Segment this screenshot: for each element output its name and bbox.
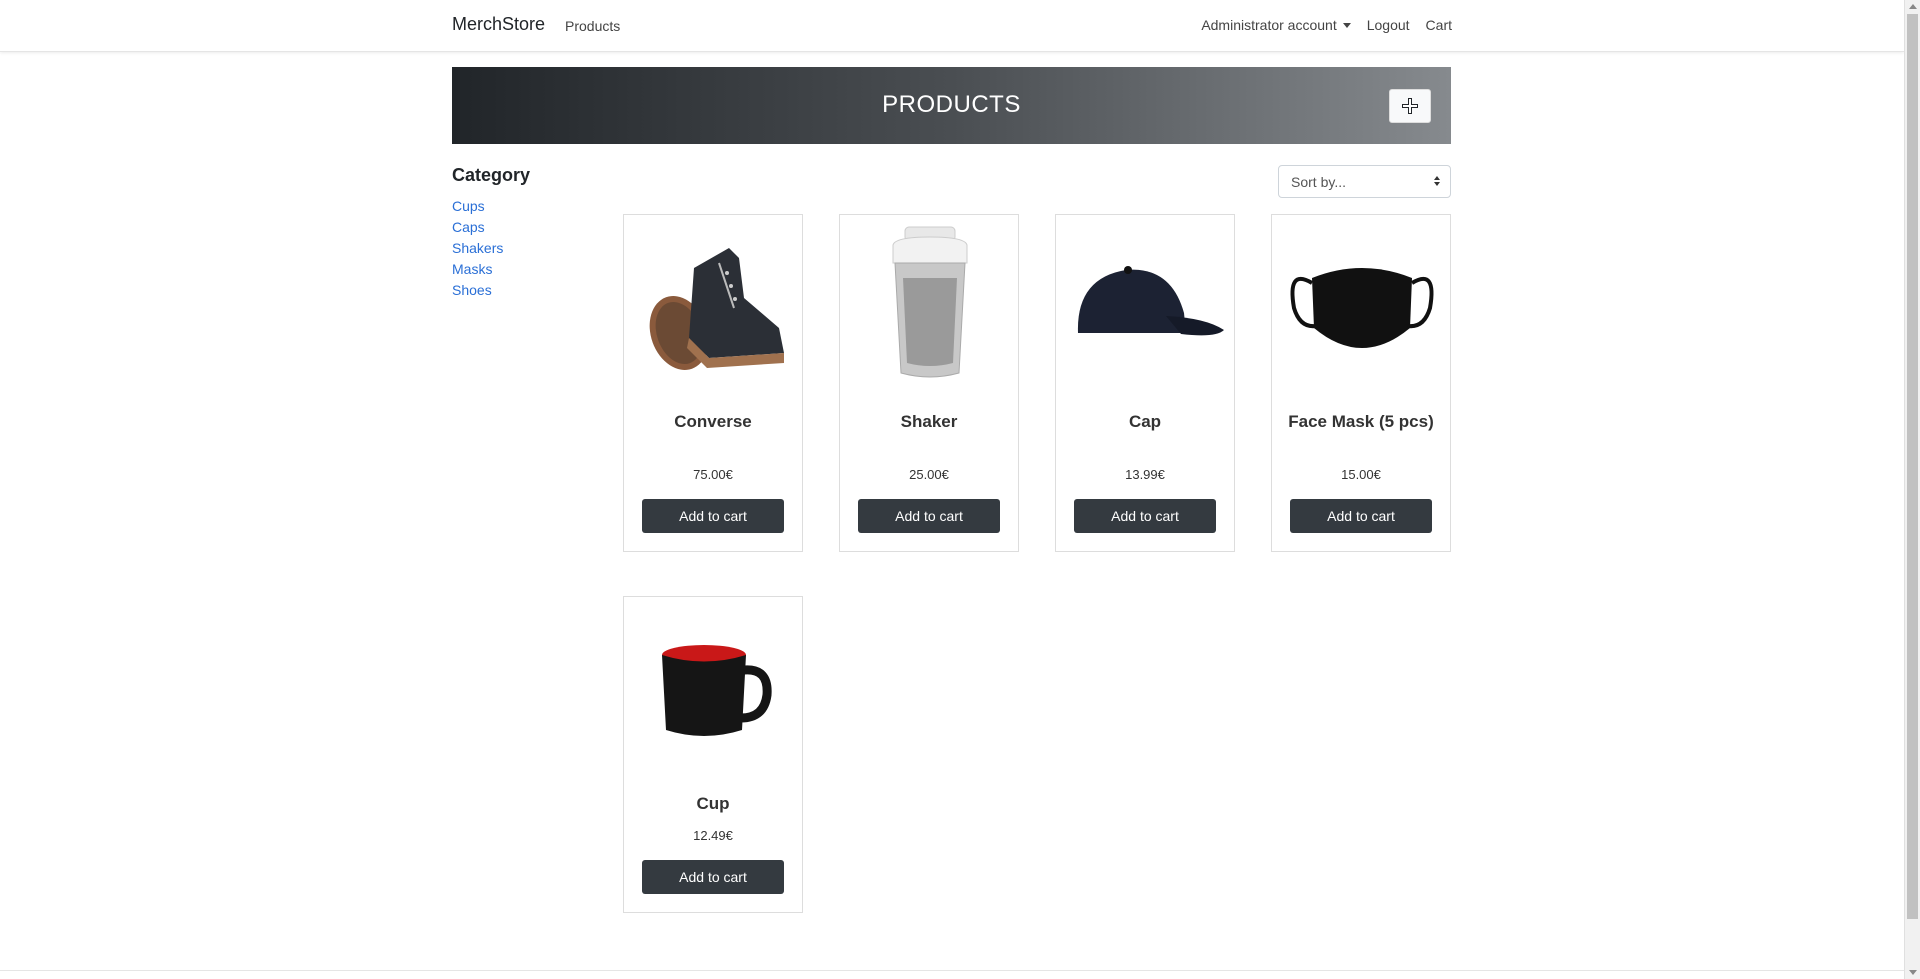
baseball-cap-image[interactable]	[1066, 223, 1226, 383]
product-card: Shaker 25.00€ Add to cart	[839, 214, 1019, 552]
product-price: 13.99€	[1125, 467, 1165, 482]
shaker-bottle-image[interactable]	[850, 223, 1010, 383]
caret-down-icon	[1342, 23, 1351, 28]
add-to-cart-button[interactable]: Add to cart	[1290, 499, 1432, 533]
product-card: Converse 75.00€ Add to cart	[623, 214, 803, 552]
category-item-shakers[interactable]: Shakers	[452, 238, 503, 259]
scroll-up-arrow-icon[interactable]	[1909, 4, 1917, 9]
product-price: 12.49€	[693, 828, 733, 843]
plus-icon	[1402, 98, 1418, 114]
page-title: PRODUCTS	[882, 91, 1021, 118]
scroll-down-arrow-icon[interactable]	[1909, 970, 1917, 975]
sort-select[interactable]: Sort by...	[1278, 165, 1451, 198]
brand-logo[interactable]: MerchStore	[452, 14, 545, 35]
nav-right: Administrator account Logout Cart	[1201, 17, 1452, 33]
add-to-cart-button[interactable]: Add to cart	[1074, 499, 1216, 533]
category-list: Cups Caps Shakers Masks Shoes	[452, 196, 503, 301]
add-product-button[interactable]	[1389, 89, 1431, 123]
product-card: Cup 12.49€ Add to cart	[623, 596, 803, 913]
scroll-thumb[interactable]	[1907, 14, 1918, 919]
category-title: Category	[452, 165, 531, 185]
category-item-cups[interactable]: Cups	[452, 196, 503, 217]
footer-divider	[0, 970, 1904, 971]
product-price: 25.00€	[909, 467, 949, 482]
logout-link[interactable]: Logout	[1367, 17, 1410, 33]
nav-products-link[interactable]: Products	[565, 18, 620, 34]
add-to-cart-button[interactable]: Add to cart	[858, 499, 1000, 533]
converse-shoe-image[interactable]	[634, 223, 794, 383]
mug-image[interactable]	[634, 605, 794, 765]
select-arrows-icon	[1434, 176, 1440, 186]
product-card: Face Mask (5 pcs) 15.00€ Add to cart	[1271, 214, 1451, 552]
category-item-masks[interactable]: Masks	[452, 259, 503, 280]
product-name[interactable]: Face Mask (5 pcs)	[1282, 411, 1440, 433]
vertical-scrollbar[interactable]	[1904, 0, 1920, 979]
product-price: 75.00€	[693, 467, 733, 482]
product-name[interactable]: Cap	[1066, 411, 1224, 433]
account-dropdown[interactable]: Administrator account	[1201, 17, 1351, 33]
sort-selected-value: Sort by...	[1291, 174, 1346, 190]
account-label: Administrator account	[1201, 17, 1337, 33]
cart-link[interactable]: Cart	[1426, 17, 1452, 33]
product-name[interactable]: Cup	[634, 793, 792, 815]
navbar: MerchStore Products Administrator accoun…	[0, 0, 1904, 52]
product-card: Cap 13.99€ Add to cart	[1055, 214, 1235, 552]
products-banner: PRODUCTS	[452, 67, 1451, 144]
product-name[interactable]: Shaker	[850, 411, 1008, 433]
product-price: 15.00€	[1341, 467, 1381, 482]
category-item-shoes[interactable]: Shoes	[452, 280, 503, 301]
face-mask-image[interactable]	[1282, 223, 1442, 383]
add-to-cart-button[interactable]: Add to cart	[642, 860, 784, 894]
add-to-cart-button[interactable]: Add to cart	[642, 499, 784, 533]
product-name[interactable]: Converse	[634, 411, 792, 433]
category-item-caps[interactable]: Caps	[452, 217, 503, 238]
